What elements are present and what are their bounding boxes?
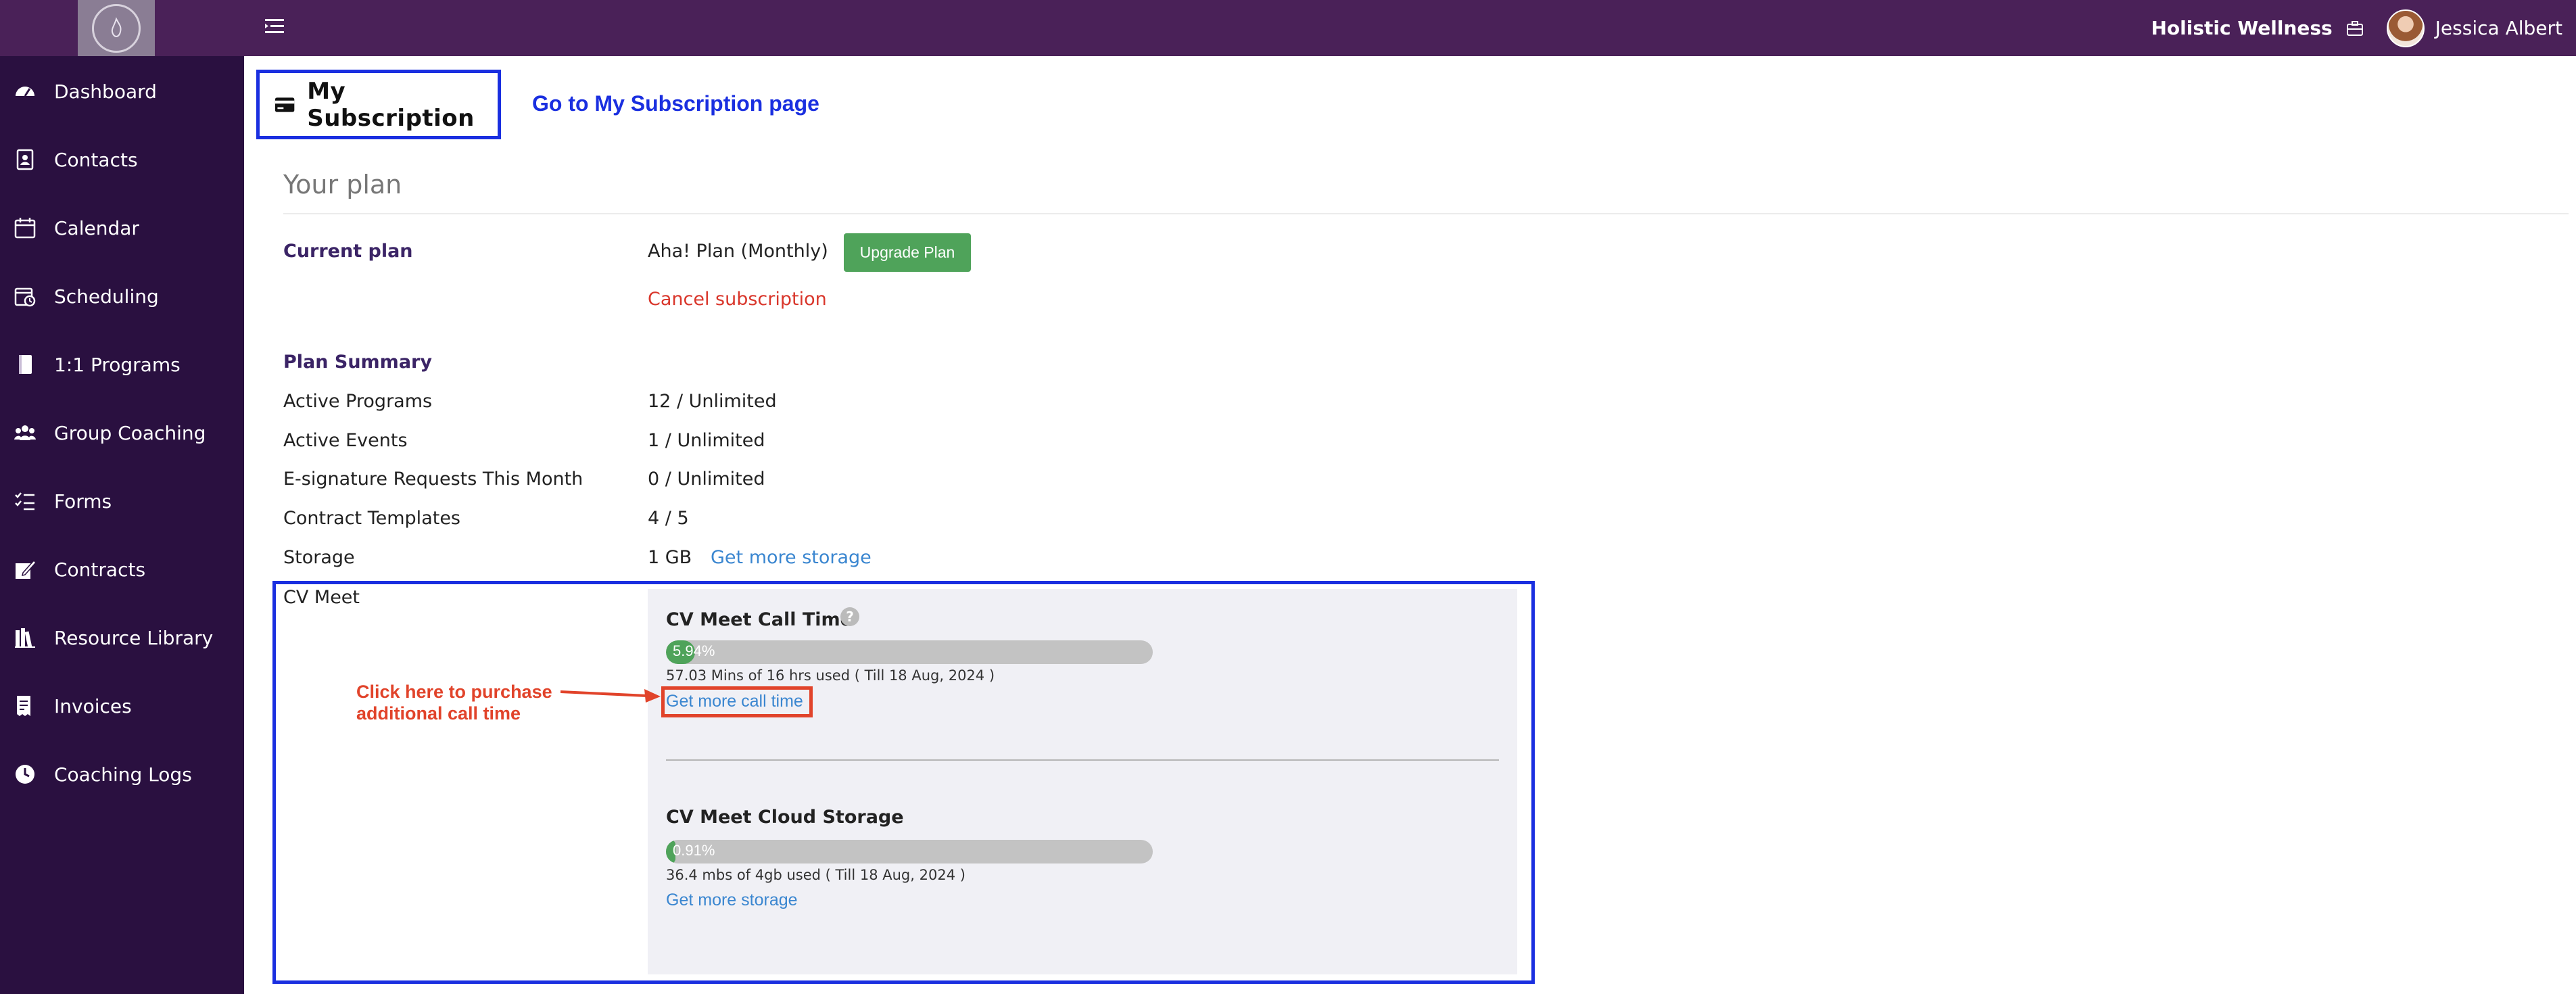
upgrade-plan-button[interactable]: Upgrade Plan [844, 233, 971, 272]
plan-summary-heading: Plan Summary [283, 352, 432, 373]
speedometer-icon [16, 87, 34, 97]
current-plan-label: Current plan [283, 241, 413, 262]
sidebar-item-group-coaching[interactable]: Group Coaching [0, 406, 244, 460]
signature-icon [16, 559, 37, 579]
summary-label: Active Programs [283, 391, 433, 412]
summary-value: 1 / Unlimited [648, 430, 765, 451]
invoice-icon [17, 696, 30, 716]
summary-value: 0 / Unlimited [648, 469, 765, 490]
sidebar-item-label: Coaching Logs [54, 763, 192, 786]
sidebar-item-dashboard[interactable]: Dashboard [0, 64, 244, 118]
logo[interactable] [78, 0, 155, 56]
summary-label: E-signature Requests This Month [283, 469, 583, 490]
get-more-call-time-link[interactable]: Get more call time [666, 692, 803, 711]
sidebar-item-invoices[interactable]: Invoices [0, 679, 244, 733]
sidebar: Dashboard Contacts Calendar Scheduling 1… [0, 56, 244, 994]
get-more-cloud-storage-link[interactable]: Get more storage [666, 891, 798, 910]
sidebar-item-scheduling[interactable]: Scheduling [0, 269, 244, 323]
clock-icon [16, 765, 34, 784]
sidebar-item-contracts[interactable]: Contracts [0, 542, 244, 596]
user-name[interactable]: Jessica Albert [2435, 17, 2562, 39]
top-right-area: Holistic Wellness Jessica Albert [2151, 0, 2576, 56]
help-icon[interactable]: ? [840, 607, 859, 626]
divider [283, 213, 2569, 214]
cloud-storage-title: CV Meet Cloud Storage [666, 807, 904, 828]
briefcase-icon[interactable] [2346, 20, 2364, 37]
sidebar-item-label: Scheduling [54, 285, 159, 308]
sidebar-item-label: Contracts [54, 558, 146, 581]
page-title-highlight: My Subscription [256, 70, 501, 139]
summary-value: 1 GB [648, 547, 692, 568]
contact-card-icon [16, 149, 34, 170]
sidebar-item-forms[interactable]: Forms [0, 474, 244, 528]
go-to-subscription-link[interactable]: Go to My Subscription page [532, 91, 819, 116]
avatar[interactable] [2386, 9, 2425, 47]
section-heading: Your plan [283, 170, 402, 199]
summary-label: Storage [283, 547, 355, 568]
top-bar: Holistic Wellness Jessica Albert [0, 0, 2576, 56]
sidebar-item-label: Contacts [54, 148, 138, 171]
annotation-line: Click here to purchase [356, 682, 552, 702]
section-divider [666, 759, 1499, 761]
checklist-icon [15, 492, 34, 511]
sidebar-item-coaching-logs[interactable]: Coaching Logs [0, 747, 244, 801]
annotation-line: additional call time [356, 703, 521, 724]
sidebar-item-label: Resource Library [54, 626, 214, 649]
summary-label: Active Events [283, 430, 408, 451]
get-more-storage-link[interactable]: Get more storage [711, 547, 872, 568]
book-icon [19, 355, 32, 374]
cloud-storage-percent: 0.91% [673, 842, 715, 859]
summary-value: 12 / Unlimited [648, 391, 777, 412]
sidebar-item-label: Calendar [54, 216, 139, 239]
summary-value: 4 / 5 [648, 508, 689, 529]
sidebar-item-resource-library[interactable]: Resource Library [0, 611, 244, 665]
users-icon [14, 425, 36, 440]
cv-meet-label: CV Meet [283, 587, 360, 608]
brand-name[interactable]: Holistic Wellness [2151, 17, 2332, 39]
menu-collapse-icon[interactable] [264, 16, 287, 37]
sidebar-item-label: Group Coaching [54, 421, 206, 444]
cloud-storage-progress: 0.91% [666, 840, 1153, 863]
sidebar-item-label: Dashboard [54, 80, 157, 103]
call-time-title: CV Meet Call Time [666, 609, 853, 630]
library-icon [15, 628, 35, 648]
summary-label: Contract Templates [283, 508, 460, 529]
calendar-clock-icon [14, 287, 36, 307]
current-plan-value: Aha! Plan (Monthly) [648, 241, 828, 262]
main-content: My Subscription Go to My Subscription pa… [244, 56, 2576, 994]
calendar-icon [14, 218, 36, 239]
call-time-percent: 5.94% [673, 642, 715, 659]
credit-card-icon [275, 97, 295, 112]
sidebar-item-calendar[interactable]: Calendar [0, 201, 244, 255]
call-time-progress: 5.94% [666, 640, 1153, 664]
cancel-subscription-link[interactable]: Cancel subscription [648, 289, 827, 310]
sidebar-item-label: 1:1 Programs [54, 353, 181, 376]
sidebar-item-contacts[interactable]: Contacts [0, 133, 244, 187]
logo-emblem [92, 3, 141, 53]
flame-logo-icon [111, 16, 122, 37]
sidebar-item-label: Invoices [54, 694, 132, 717]
annotation-arrow-icon [560, 689, 661, 703]
sidebar-item-programs[interactable]: 1:1 Programs [0, 337, 244, 392]
call-time-usage: 57.03 Mins of 16 hrs used ( Till 18 Aug,… [666, 667, 995, 684]
annotation-callout: Click here to purchase additional call t… [356, 681, 552, 724]
cloud-storage-usage: 36.4 mbs of 4gb used ( Till 18 Aug, 2024… [666, 867, 965, 883]
page-title: My Subscription [307, 77, 475, 132]
sidebar-item-label: Forms [54, 490, 112, 513]
